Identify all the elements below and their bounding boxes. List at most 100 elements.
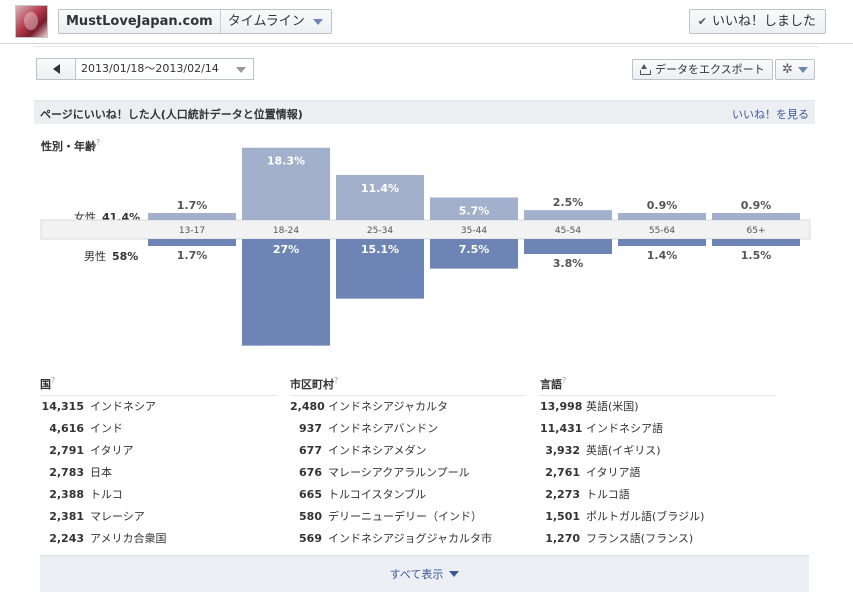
list-item[interactable]: 2,243 アメリカ合衆国	[40, 528, 276, 550]
list-item-label: インドネシアバンドン	[328, 422, 439, 435]
age-axis-band	[40, 219, 811, 240]
list-item-count: 676	[299, 466, 322, 479]
age-tick-label: 35-44	[461, 226, 487, 236]
list-item-count: 11,431	[540, 422, 583, 435]
export-data-button[interactable]: データをエクスポート	[632, 59, 773, 80]
check-icon: ✔	[697, 15, 707, 28]
list-item[interactable]: 580 デリーニューデリー（インド）	[290, 506, 526, 528]
list-item[interactable]: 14,315 インドネシア	[40, 396, 276, 418]
list-item-label: フランス語(フランス)	[586, 532, 694, 545]
country-header-text: 国	[40, 378, 51, 391]
timeline-dropdown[interactable]: タイムライン	[221, 10, 331, 33]
list-item-count: 2,243	[49, 532, 84, 545]
male-bar	[524, 239, 612, 255]
female-data-label: 2.5%	[553, 196, 584, 209]
list-item[interactable]: 2,761 イタリア語	[540, 462, 776, 484]
age-tick-label: 18-24	[273, 226, 299, 236]
list-item[interactable]: 2,388 トルコ	[40, 484, 276, 506]
divider	[34, 46, 818, 47]
list-item-count: 13,998	[540, 400, 583, 413]
help-icon[interactable]: ?	[334, 376, 338, 385]
list-item-label: イタリア	[90, 444, 134, 457]
list-item-label: トルコ	[90, 488, 123, 501]
male-bar	[712, 239, 800, 246]
gear-icon: ✲	[782, 62, 793, 77]
show-all-button[interactable]: すべて表示	[40, 555, 809, 592]
list-item-count: 3,932	[545, 444, 580, 457]
liked-button[interactable]: ✔ いいね！しました	[688, 9, 826, 34]
list-item[interactable]: 2,381 マレーシア	[40, 506, 276, 528]
help-icon[interactable]: ?	[562, 376, 566, 385]
female-data-label: 0.9%	[647, 199, 678, 212]
list-item-count: 14,315	[41, 400, 84, 413]
list-item-label: インド	[90, 422, 123, 435]
male-data-label: 27%	[273, 243, 299, 256]
list-item-count: 2,791	[49, 444, 84, 457]
list-item[interactable]: 3,932 英語(イギリス)	[540, 440, 776, 462]
list-item[interactable]: 13,998 英語(米国)	[540, 396, 776, 418]
list-item-label: インドネシア語	[586, 422, 663, 435]
list-item[interactable]: 677 インドネシアメダン	[290, 440, 526, 462]
prev-period-button[interactable]	[36, 58, 76, 80]
list-item-count: 1,501	[545, 510, 580, 523]
list-item[interactable]: 1,270 フランス語(フランス)	[540, 528, 776, 550]
see-likes-link[interactable]: いいね！を見る	[732, 106, 809, 122]
list-item-count: 677	[299, 444, 322, 457]
list-item-count: 2,783	[49, 466, 84, 479]
list-item-label: インドネシア	[90, 400, 156, 413]
list-item[interactable]: 665 トルコイスタンブル	[290, 484, 526, 506]
male-data-label: 15.1%	[361, 243, 399, 256]
page-switcher[interactable]: MustLoveJapan.com タイムライン	[58, 9, 332, 34]
settings-menu-button[interactable]: ✲	[775, 59, 815, 80]
page-name[interactable]: MustLoveJapan.com	[59, 10, 221, 33]
page-avatar[interactable]	[15, 5, 48, 38]
male-bar	[618, 239, 706, 246]
female-data-label: 0.9%	[741, 199, 772, 212]
list-item[interactable]: 2,273 トルコ語	[540, 484, 776, 506]
list-item[interactable]: 1,501 ポルトガル語(ブラジル)	[540, 506, 776, 528]
list-item[interactable]: 2,791 イタリア	[40, 440, 276, 462]
female-bar	[148, 213, 236, 220]
city-header: 市区町村?	[290, 376, 526, 396]
export-icon	[639, 64, 651, 75]
list-item[interactable]: 2,783 日本	[40, 462, 276, 484]
list-item-label: インドネシアメダン	[328, 444, 427, 457]
city-list: 市区町村? 2,480 インドネシアジャカルタ 937 インドネシアバンドン 677 イン…	[290, 376, 526, 550]
chevron-down-icon	[312, 18, 323, 25]
language-list: 言語? 13,998 英語(米国) 11,431 インドネシア語 3,932 英語(イギリ…	[540, 376, 776, 550]
list-item-count: 665	[299, 488, 322, 501]
list-item-count: 937	[299, 422, 322, 435]
list-item-label: マレーシアクアラルンプール	[328, 466, 470, 479]
gender-age-chart: 13-17 1.7% 1.7% 18-24 18.3% 27% 25-34 11.4% 15.1…	[40, 147, 811, 346]
list-item-label: インドネシアジョグジャカルタ市	[328, 532, 493, 545]
male-data-label: 3.8%	[553, 257, 584, 270]
age-tick-label: 13-17	[179, 226, 205, 236]
language-header: 言語?	[540, 376, 776, 396]
date-range-text: 2013/01/18～2013/02/14	[81, 62, 219, 75]
list-item[interactable]: 937 インドネシアバンドン	[290, 418, 526, 440]
male-bar	[148, 239, 236, 246]
help-icon[interactable]: ?	[51, 376, 55, 385]
female-bar	[618, 213, 706, 220]
chevron-down-icon	[797, 66, 808, 73]
chevron-down-icon	[449, 571, 460, 577]
language-header-text: 言語	[540, 378, 562, 391]
section-header: ページにいいね！した人(人口統計データと位置情報) いいね！を見る	[34, 100, 815, 124]
country-list: 国? 14,315 インドネシア 4,616 インド 2,791 イタリア 2,783 日本 2…	[40, 376, 276, 550]
list-item[interactable]: 11,431 インドネシア語	[540, 418, 776, 440]
date-range-select[interactable]: 2013/01/18～2013/02/14	[76, 58, 254, 80]
list-item[interactable]: 4,616 インド	[40, 418, 276, 440]
list-item[interactable]: 676 マレーシアクアラルンプール	[290, 462, 526, 484]
male-data-label: 1.4%	[647, 249, 678, 262]
age-tick-label: 45-54	[555, 226, 581, 236]
list-item-count: 2,761	[545, 466, 580, 479]
list-item-count: 2,388	[49, 488, 84, 501]
list-item[interactable]: 2,480 インドネシアジャカルタ	[290, 396, 526, 418]
male-data-label: 1.5%	[741, 249, 772, 262]
list-item-label: アメリカ合衆国	[90, 532, 167, 545]
list-item[interactable]: 569 インドネシアジョグジャカルタ市	[290, 528, 526, 550]
list-item-label: トルコ語	[586, 488, 630, 501]
insights-panel: 2013/01/18～2013/02/14 データをエクスポート ✲ ページにい…	[34, 44, 818, 592]
list-item-label: イタリア語	[586, 466, 641, 479]
list-item-label: デリーニューデリー（インド）	[328, 510, 482, 523]
